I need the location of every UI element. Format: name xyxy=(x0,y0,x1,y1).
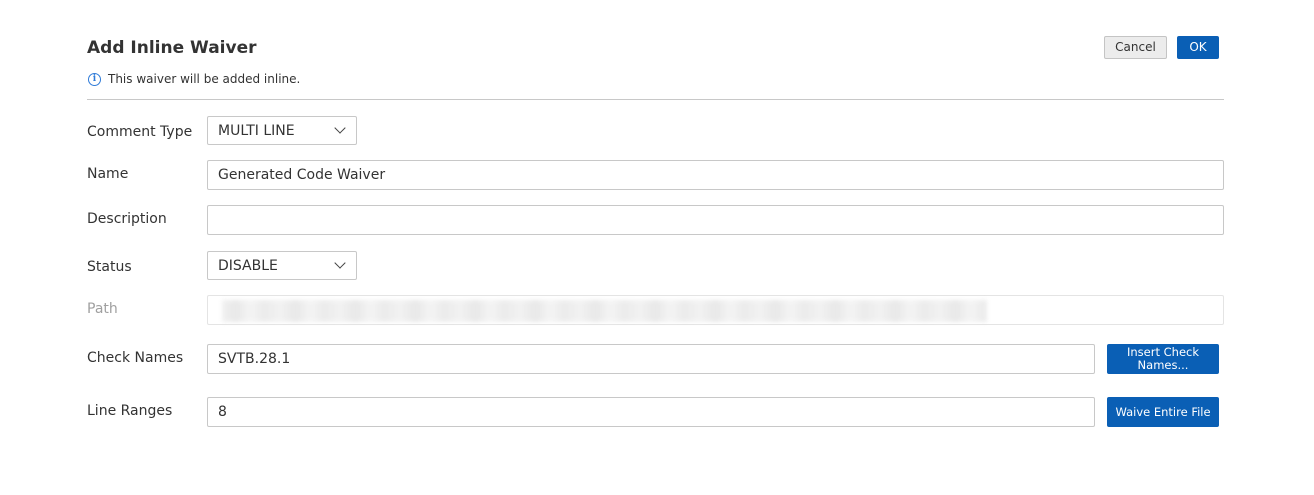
line-ranges-value: 8 xyxy=(218,404,227,420)
comment-type-value: MULTI LINE xyxy=(218,122,295,139)
ok-button[interactable]: OK xyxy=(1177,36,1219,59)
description-field[interactable] xyxy=(207,205,1224,235)
path-label: Path xyxy=(87,301,118,317)
name-label: Name xyxy=(87,166,129,182)
info-icon: i xyxy=(88,72,101,86)
description-label: Description xyxy=(87,211,167,227)
chevron-down-icon xyxy=(334,257,346,269)
dialog-title: Add Inline Waiver xyxy=(87,38,257,58)
line-ranges-label: Line Ranges xyxy=(87,403,173,419)
line-ranges-field[interactable]: 8 xyxy=(207,397,1095,427)
check-names-label: Check Names xyxy=(87,350,184,366)
info-text: This waiver will be added inline. xyxy=(108,72,301,86)
insert-check-names-button[interactable]: Insert Check Names... xyxy=(1107,344,1219,374)
name-field[interactable]: Generated Code Waiver xyxy=(207,160,1224,190)
comment-type-label: Comment Type xyxy=(87,124,193,140)
status-label: Status xyxy=(87,259,132,275)
info-message: i This waiver will be added inline. xyxy=(88,72,300,86)
add-inline-waiver-dialog: Add Inline Waiver i This waiver will be … xyxy=(0,0,1314,495)
header-divider xyxy=(87,99,1224,100)
chevron-down-icon xyxy=(334,122,346,134)
cancel-button[interactable]: Cancel xyxy=(1104,36,1167,59)
check-names-value: SVTB.28.1 xyxy=(218,351,291,367)
comment-type-select[interactable]: MULTI LINE xyxy=(207,116,357,145)
status-value: DISABLE xyxy=(218,257,278,274)
status-select[interactable]: DISABLE xyxy=(207,251,357,280)
waive-entire-file-button[interactable]: Waive Entire File xyxy=(1107,397,1219,427)
check-names-field[interactable]: SVTB.28.1 xyxy=(207,344,1095,374)
path-redacted-value xyxy=(222,300,987,322)
path-field xyxy=(207,295,1224,325)
name-value: Generated Code Waiver xyxy=(218,167,386,183)
